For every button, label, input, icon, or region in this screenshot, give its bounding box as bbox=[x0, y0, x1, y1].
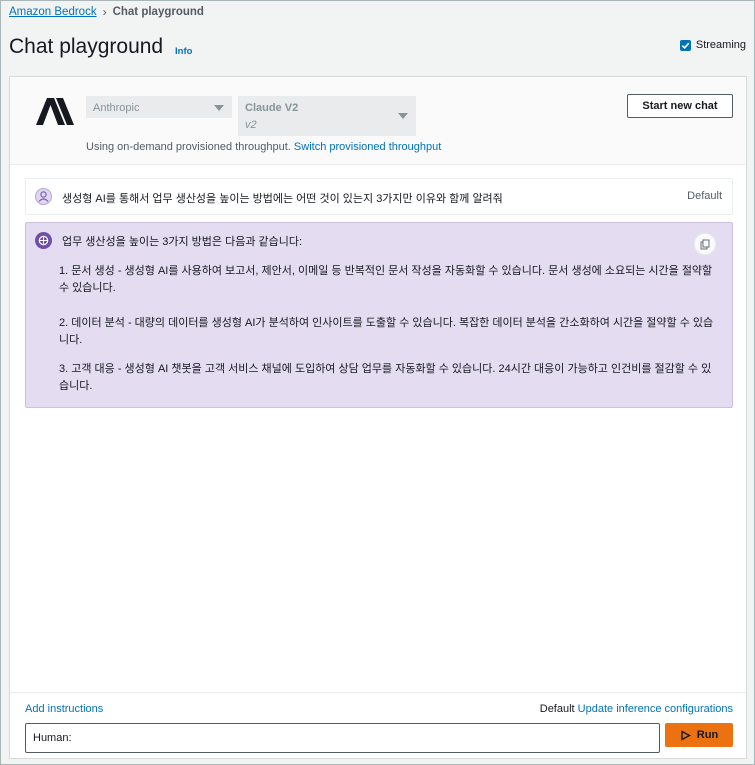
breadcrumb: Amazon Bedrock › Chat playground bbox=[9, 5, 204, 19]
streaming-toggle[interactable]: Streaming bbox=[679, 39, 746, 51]
inference-config: Default Update inference configurations bbox=[540, 703, 733, 715]
play-icon bbox=[681, 729, 691, 741]
provider-select[interactable]: Anthropic bbox=[86, 96, 232, 118]
anthropic-logo-icon bbox=[36, 98, 74, 125]
copy-button[interactable] bbox=[694, 233, 716, 255]
breadcrumb-bedrock-link[interactable]: Amazon Bedrock bbox=[9, 6, 97, 18]
footer-divider bbox=[10, 692, 746, 693]
throughput-info: Using on-demand provisioned throughput. … bbox=[86, 141, 441, 153]
model-name: Claude V2 bbox=[245, 102, 299, 114]
add-instructions-link[interactable]: Add instructions bbox=[25, 703, 103, 715]
throughput-text: Using on-demand provisioned throughput. bbox=[86, 141, 291, 153]
start-new-chat-button[interactable]: Start new chat bbox=[627, 94, 733, 118]
assistant-point: 2. 데이터 분석 - 대량의 데이터를 생성형 AI가 분석하여 인사이트를 … bbox=[59, 317, 714, 346]
page-title: Chat playground bbox=[9, 35, 164, 58]
prompt-tag: Default bbox=[687, 190, 722, 202]
prompt-input[interactable] bbox=[25, 723, 660, 753]
breadcrumb-current: Chat playground bbox=[112, 6, 204, 18]
provider-value: Anthropic bbox=[93, 102, 140, 114]
chevron-right-icon: › bbox=[102, 5, 107, 19]
assistant-point: 3. 고객 대응 - 생성형 AI 챗봇을 고객 서비스 채널에 도입하여 상담… bbox=[59, 363, 712, 392]
model-version: v2 bbox=[245, 119, 257, 131]
check-icon bbox=[681, 42, 690, 49]
model-select[interactable]: Claude V2 v2 bbox=[238, 96, 416, 136]
user-message: 생성형 AI를 통해서 업무 생산성을 높이는 방법에는 어떤 것이 있는지 3… bbox=[25, 178, 733, 215]
caret-down-icon bbox=[214, 105, 224, 111]
streaming-checkbox[interactable] bbox=[679, 39, 691, 51]
assistant-point: 1. 문서 생성 - 생성형 AI를 사용하여 보고서, 제안서, 이메일 등 … bbox=[59, 265, 713, 294]
assistant-message: 업무 생산성을 높이는 3가지 방법은 다음과 같습니다: 1. 문서 생성 -… bbox=[25, 222, 733, 408]
info-link[interactable]: Info bbox=[175, 46, 192, 57]
copy-icon bbox=[700, 239, 710, 250]
assistant-avatar-icon bbox=[35, 232, 52, 249]
inference-default-label: Default bbox=[539, 703, 575, 715]
switch-throughput-link[interactable]: Switch provisioned throughput bbox=[294, 141, 441, 153]
run-label: Run bbox=[696, 729, 719, 741]
update-inference-link[interactable]: Update inference configurations bbox=[578, 703, 733, 715]
user-message-text: 생성형 AI를 통해서 업무 생산성을 높이는 방법에는 어떤 것이 있는지 3… bbox=[62, 193, 503, 205]
chat-panel: Anthropic Claude V2 v2 Using on-demand p… bbox=[9, 76, 747, 759]
assistant-intro: 업무 생산성을 높이는 3가지 방법은 다음과 같습니다: bbox=[62, 236, 303, 248]
caret-down-icon bbox=[398, 113, 408, 119]
model-selector-bar: Anthropic Claude V2 v2 Using on-demand p… bbox=[10, 77, 746, 165]
streaming-label: Streaming bbox=[695, 39, 746, 51]
user-avatar-icon bbox=[35, 188, 52, 205]
run-button[interactable]: Run bbox=[665, 723, 733, 747]
